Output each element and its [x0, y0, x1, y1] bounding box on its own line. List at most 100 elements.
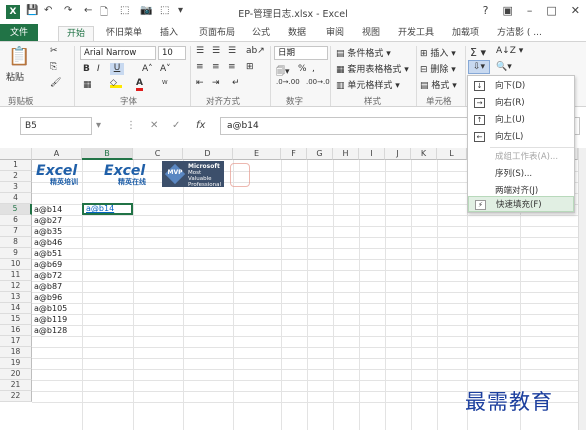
name-box-dropdown-icon[interactable]: ▾ — [96, 120, 101, 131]
cut-icon[interactable]: ✂ — [50, 46, 58, 56]
tab-account[interactable]: 方洁影 ( ... — [497, 26, 542, 42]
font-name-select[interactable]: Arial Narrow — [80, 46, 156, 60]
row-header[interactable]: 5 — [0, 204, 32, 215]
column-header-l[interactable]: L — [437, 148, 467, 160]
increase-decimal-icon[interactable]: .0→.00 — [276, 78, 300, 86]
cancel-icon[interactable]: ✕ — [150, 120, 158, 131]
name-box[interactable]: B5 — [20, 117, 92, 135]
percent-icon[interactable]: % — [298, 64, 307, 74]
row-header[interactable]: 11 — [0, 270, 32, 281]
column-header-j[interactable]: J — [385, 148, 411, 160]
row-header[interactable]: 1 — [0, 160, 32, 171]
border-icon[interactable]: ▦ — [83, 80, 92, 90]
column-header-e[interactable]: E — [233, 148, 281, 160]
decrease-indent-icon[interactable]: ⇤ — [196, 78, 204, 88]
cell-a7[interactable]: a@b35 — [34, 226, 62, 237]
enter-icon[interactable]: ✓ — [172, 120, 180, 131]
row-header[interactable]: 14 — [0, 303, 32, 314]
tab-view[interactable]: 视图 — [362, 26, 380, 42]
comma-icon[interactable]: , — [312, 64, 315, 74]
row-header[interactable]: 21 — [0, 380, 32, 391]
align-right-icon[interactable]: ≡ — [228, 62, 236, 72]
cell-a12[interactable]: a@b87 — [34, 281, 62, 292]
menu-item-fill-down[interactable]: ↓ 向下(D) — [468, 78, 574, 94]
column-header-b[interactable]: B — [82, 148, 133, 160]
italic-icon[interactable]: I — [97, 64, 100, 74]
autosum-icon[interactable]: Σ ▾ — [470, 46, 486, 59]
align-center-icon[interactable]: ≡ — [212, 62, 220, 72]
tab-addins[interactable]: 加载项 — [452, 26, 479, 42]
row-header[interactable]: 22 — [0, 391, 32, 402]
font-size-select[interactable]: 10 — [158, 46, 186, 60]
ribbon-display-icon[interactable]: ▣ — [502, 4, 512, 17]
cell-a13[interactable]: a@b96 — [34, 292, 62, 303]
merge-icon[interactable]: ⊞ — [246, 62, 254, 72]
delete-cells-button[interactable]: ⊟ 删除 ▾ — [420, 62, 456, 75]
column-header-g[interactable]: G — [307, 148, 333, 160]
bold-icon[interactable]: B — [83, 64, 90, 74]
number-format-select[interactable]: 日期 — [274, 46, 328, 60]
phonetic-icon[interactable]: ᵂ — [162, 80, 168, 90]
column-header-c[interactable]: C — [133, 148, 183, 160]
row-header[interactable]: 13 — [0, 292, 32, 303]
conditional-format-button[interactable]: ▤ 条件格式 ▾ — [336, 46, 391, 59]
tab-developer[interactable]: 开发工具 — [398, 26, 434, 42]
menu-item-fill-up[interactable]: ↑ 向上(U) — [468, 112, 574, 128]
row-header[interactable]: 9 — [0, 248, 32, 259]
fx-icon[interactable]: fx — [196, 120, 205, 131]
row-header[interactable]: 10 — [0, 259, 32, 270]
font-color-icon[interactable]: A — [136, 78, 143, 91]
row-header[interactable]: 19 — [0, 358, 32, 369]
cell-a8[interactable]: a@b46 — [34, 237, 62, 248]
orientation-icon[interactable]: ab↗ — [246, 46, 265, 56]
row-header[interactable]: 16 — [0, 325, 32, 336]
underline-icon[interactable]: U — [110, 63, 124, 75]
increase-font-icon[interactable]: A˄ — [142, 64, 153, 74]
column-header-a[interactable]: A — [32, 148, 82, 160]
insert-cells-button[interactable]: ⊞ 插入 ▾ — [420, 46, 456, 59]
wrap-text-icon[interactable]: ↵ — [232, 78, 240, 88]
row-header[interactable]: 17 — [0, 336, 32, 347]
paste-icon[interactable]: 📋 — [8, 46, 30, 67]
cell-styles-button[interactable]: ▥ 单元格样式 ▾ — [336, 78, 400, 91]
maximize-icon[interactable]: □ — [546, 4, 556, 17]
cell-a10[interactable]: a@b69 — [34, 259, 62, 270]
cell-a6[interactable]: a@b27 — [34, 215, 62, 226]
row-header[interactable]: 2 — [0, 171, 32, 182]
row-header[interactable]: 6 — [0, 215, 32, 226]
row-header[interactable]: 8 — [0, 237, 32, 248]
fill-button[interactable]: ⇩▾ — [468, 60, 490, 74]
menu-item-series[interactable]: 序列(S)... — [468, 166, 574, 182]
tab-data[interactable]: 数据 — [288, 26, 306, 42]
cell-a11[interactable]: a@b72 — [34, 270, 62, 281]
close-icon[interactable]: ✕ — [571, 4, 580, 17]
tab-file[interactable]: 文件 — [0, 24, 38, 42]
cell-a16[interactable]: a@b128 — [34, 325, 67, 336]
selected-cell-b5[interactable]: a@b14 — [82, 203, 133, 215]
cell-a5[interactable]: a@b14 — [34, 204, 62, 215]
align-top-icon[interactable]: ☰ — [196, 46, 204, 56]
align-bottom-icon[interactable]: ☰ — [228, 46, 236, 56]
row-header[interactable]: 3 — [0, 182, 32, 193]
row-header[interactable]: 18 — [0, 347, 32, 358]
column-header-d[interactable]: D — [183, 148, 233, 160]
align-left-icon[interactable]: ≡ — [196, 62, 204, 72]
tab-classic-menu[interactable]: 怀旧菜单 — [106, 26, 142, 42]
help-icon[interactable]: ? — [483, 4, 489, 17]
cell-a9[interactable]: a@b51 — [34, 248, 62, 259]
menu-item-fill-right[interactable]: → 向右(R) — [468, 95, 574, 111]
decrease-decimal-icon[interactable]: .00→.0 — [306, 78, 330, 86]
vertical-scrollbar[interactable] — [578, 148, 586, 430]
column-header-f[interactable]: F — [281, 148, 307, 160]
decrease-font-icon[interactable]: A˅ — [160, 64, 171, 74]
align-middle-icon[interactable]: ☰ — [212, 46, 220, 56]
column-header-h[interactable]: H — [333, 148, 359, 160]
tab-home[interactable]: 开始 — [58, 26, 95, 42]
increase-indent-icon[interactable]: ⇥ — [212, 78, 220, 88]
minimize-icon[interactable]: – — [527, 4, 533, 17]
format-as-table-button[interactable]: ▦ 套用表格格式 ▾ — [336, 62, 409, 75]
tab-insert[interactable]: 插入 — [160, 26, 178, 42]
tab-page-layout[interactable]: 页面布局 — [199, 26, 235, 42]
row-header[interactable]: 20 — [0, 369, 32, 380]
tab-review[interactable]: 审阅 — [326, 26, 344, 42]
